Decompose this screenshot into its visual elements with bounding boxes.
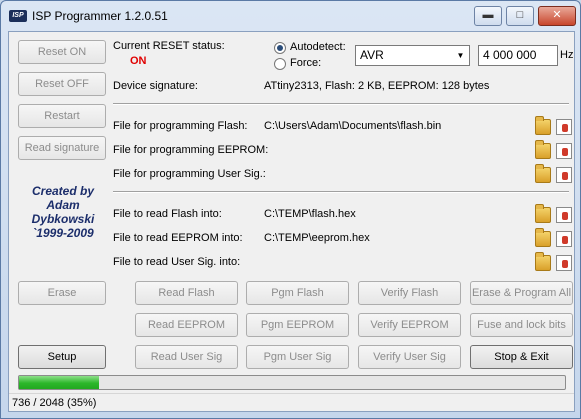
progress-bar <box>18 375 566 390</box>
credits-line: `1999-2009 <box>32 226 94 240</box>
app-window: ISP ISP Programmer 1.2.0.51 ▬ □ ✕ Reset … <box>0 0 581 419</box>
progress-fill <box>19 376 99 389</box>
app-icon: ISP <box>9 10 27 22</box>
fuse-lock-bits-button[interactable]: Fuse and lock bits <box>470 313 573 337</box>
frequency-input[interactable]: 4 000 000 <box>478 45 558 66</box>
frequency-unit: Hz <box>560 49 574 61</box>
clear-file-icon[interactable] <box>556 119 572 135</box>
verify-eeprom-button[interactable]: Verify EEPROM <box>358 313 461 337</box>
stop-exit-button[interactable]: Stop & Exit <box>470 345 573 369</box>
pgm-user-sig-button[interactable]: Pgm User Sig <box>246 345 349 369</box>
pgm-eeprom-button[interactable]: Pgm EEPROM <box>246 313 349 337</box>
status-text: 736 / 2048 (35%) <box>12 397 97 409</box>
credits-line: Created by <box>31 184 95 198</box>
close-button[interactable]: ✕ <box>538 6 576 26</box>
frequency-value: 4 000 000 <box>483 48 537 62</box>
open-folder-icon[interactable] <box>535 204 551 223</box>
erase-program-all-button[interactable]: Erase & Program All <box>470 281 573 305</box>
open-folder-icon[interactable] <box>535 164 551 183</box>
autodetect-radio[interactable] <box>274 42 286 54</box>
minimize-button[interactable]: ▬ <box>474 6 502 26</box>
reset-status-value: ON <box>130 55 147 67</box>
erase-button[interactable]: Erase <box>18 281 106 305</box>
clear-file-icon[interactable] <box>556 231 572 247</box>
open-folder-icon[interactable] <box>535 116 551 135</box>
device-signature-value: ATtiny2313, Flash: 2 KB, EEPROM: 128 byt… <box>264 80 490 92</box>
verify-flash-button[interactable]: Verify Flash <box>358 281 461 305</box>
eeprom-read-file-path: C:\TEMP\eeprom.hex <box>264 232 370 244</box>
reset-status-label: Current RESET status: <box>113 40 225 52</box>
reset-off-button[interactable]: Reset OFF <box>18 72 106 96</box>
read-user-sig-button[interactable]: Read User Sig <box>135 345 238 369</box>
flash-program-file-path: C:\Users\Adam\Documents\flash.bin <box>264 120 442 132</box>
pgm-flash-button[interactable]: Pgm Flash <box>246 281 349 305</box>
restart-button[interactable]: Restart <box>18 104 106 128</box>
usersig-read-file-label: File to read User Sig. into: <box>113 256 241 268</box>
read-flash-button[interactable]: Read Flash <box>135 281 238 305</box>
force-radio[interactable] <box>274 58 286 70</box>
clear-file-icon[interactable] <box>556 143 572 159</box>
eeprom-program-file-label: File for programming EEPROM: <box>113 144 269 156</box>
device-signature-label: Device signature: <box>113 80 198 92</box>
credits: Created by Adam Dybkowski `1999-2009 <box>19 184 107 240</box>
separator <box>113 191 569 193</box>
window-title: ISP Programmer 1.2.0.51 <box>32 9 168 23</box>
credits-line: Adam <box>46 198 80 212</box>
separator <box>113 103 569 105</box>
maximize-icon: □ <box>516 9 524 21</box>
credits-line: Dybkowski <box>31 212 95 226</box>
force-label[interactable]: Force: <box>290 57 321 69</box>
verify-user-sig-button[interactable]: Verify User Sig <box>358 345 461 369</box>
setup-button[interactable]: Setup <box>18 345 106 369</box>
clear-file-icon[interactable] <box>556 207 572 223</box>
status-bar: 736 / 2048 (35%) <box>9 393 574 412</box>
open-folder-icon[interactable] <box>535 228 551 247</box>
main-panel: Reset ON Reset OFF Restart Read signatur… <box>8 31 575 412</box>
chevron-down-icon: ▼ <box>456 51 465 60</box>
eeprom-read-file-label: File to read EEPROM into: <box>113 232 243 244</box>
read-eeprom-button[interactable]: Read EEPROM <box>135 313 238 337</box>
close-icon: ✕ <box>552 9 562 21</box>
clear-file-icon[interactable] <box>556 167 572 183</box>
flash-read-file-label: File to read Flash into: <box>113 208 222 220</box>
autodetect-label[interactable]: Autodetect: <box>290 41 346 53</box>
device-family-select[interactable]: AVR ▼ <box>355 45 470 66</box>
minimize-icon: ▬ <box>482 9 494 21</box>
open-folder-icon[interactable] <box>535 252 551 271</box>
clear-file-icon[interactable] <box>556 255 572 271</box>
device-family-value: AVR <box>360 48 384 62</box>
read-signature-button[interactable]: Read signature <box>18 136 106 160</box>
reset-on-button[interactable]: Reset ON <box>18 40 106 64</box>
usersig-program-file-label: File for programming User Sig.: <box>113 168 266 180</box>
flash-read-file-path: C:\TEMP\flash.hex <box>264 208 356 220</box>
maximize-button[interactable]: □ <box>506 6 534 26</box>
open-folder-icon[interactable] <box>535 140 551 159</box>
flash-program-file-label: File for programming Flash: <box>113 120 248 132</box>
title-bar[interactable]: ISP ISP Programmer 1.2.0.51 ▬ □ ✕ <box>1 1 580 31</box>
